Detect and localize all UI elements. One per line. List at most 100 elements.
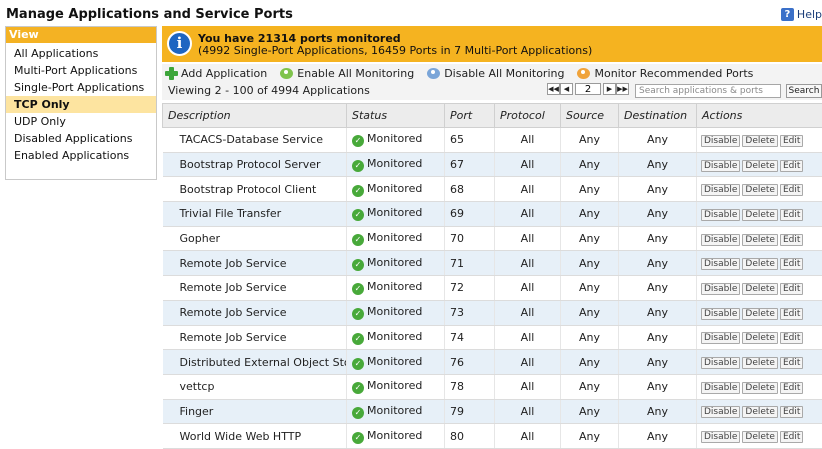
disable-all-monitoring-button[interactable]: Disable All Monitoring (427, 67, 564, 80)
edit-button[interactable]: Edit (779, 357, 804, 370)
status-label: Monitored (367, 157, 423, 171)
help-icon[interactable]: ? (780, 8, 794, 21)
disable-button[interactable]: Disable (701, 134, 741, 147)
disable-button[interactable]: Disable (701, 258, 741, 271)
edit-button[interactable]: Edit (779, 258, 804, 271)
column-header-protocol[interactable]: Protocol (494, 103, 561, 128)
delete-button[interactable]: Delete (742, 332, 778, 345)
edit-button[interactable]: Edit (779, 431, 804, 444)
column-header-status[interactable]: Status (346, 103, 445, 128)
cell-source: Any (560, 374, 619, 400)
cell-actions: Disable Delete Edit (696, 201, 822, 227)
cell-protocol: All (494, 275, 561, 301)
disable-button[interactable]: Disable (701, 431, 741, 444)
edit-button[interactable]: Edit (779, 332, 804, 345)
page-number-input[interactable] (575, 83, 601, 95)
delete-button[interactable]: Delete (742, 307, 778, 320)
disable-button[interactable]: Disable (701, 184, 741, 197)
column-header-port[interactable]: Port (444, 103, 495, 128)
disable-button[interactable]: Disable (701, 357, 741, 370)
delete-button[interactable]: Delete (742, 134, 778, 147)
disable-button[interactable]: Disable (701, 233, 741, 246)
cell-actions: Disable Delete Edit (696, 275, 822, 301)
add-application-button[interactable]: Add Application (165, 67, 267, 80)
cell-source: Any (560, 127, 619, 153)
first-page-button[interactable]: ◀◀ (547, 83, 560, 95)
cell-destination: Any (618, 399, 697, 425)
delete-button[interactable]: Delete (742, 233, 778, 246)
cell-status: ✓ Monitored (346, 201, 445, 227)
cell-destination: Any (618, 423, 697, 449)
page-header: Manage Applications and Service Ports ? … (0, 0, 822, 24)
monitor-recommended-ports-button[interactable]: Monitor Recommended Ports (577, 67, 753, 80)
delete-button[interactable]: Delete (742, 357, 778, 370)
delete-button[interactable]: Delete (742, 381, 778, 394)
disable-button[interactable]: Disable (701, 307, 741, 320)
edit-button[interactable]: Edit (779, 406, 804, 419)
check-circle-icon: ✓ (352, 308, 364, 321)
delete-button[interactable]: Delete (742, 282, 778, 295)
help-label[interactable]: Help (797, 8, 822, 21)
cell-destination: Any (618, 325, 697, 351)
column-header-actions: Actions (696, 103, 822, 128)
edit-button[interactable]: Edit (779, 381, 804, 394)
delete-button[interactable]: Delete (742, 184, 778, 197)
edit-button[interactable]: Edit (779, 307, 804, 320)
column-header-source[interactable]: Source (560, 103, 619, 128)
disable-button[interactable]: Disable (701, 406, 741, 419)
disable-button[interactable]: Disable (701, 159, 741, 172)
toolbar: Add Application Enable All Monitoring Di… (162, 64, 822, 100)
add-application-label: Add Application (181, 67, 268, 80)
cell-protocol: All (494, 176, 561, 203)
prev-page-button[interactable]: ◀ (560, 83, 573, 95)
status-label: Monitored (367, 255, 423, 269)
table-row: Gopher ✓ Monitored 70 All Any Any Disable Delete… (162, 226, 822, 252)
search-input[interactable] (635, 84, 781, 98)
edit-button[interactable]: Edit (779, 233, 804, 246)
sidebar-item-udp-only[interactable]: UDP Only (6, 113, 156, 130)
delete-button[interactable]: Delete (742, 406, 778, 419)
sidebar-item-single-port-applications[interactable]: Single-Port Applications (6, 79, 156, 96)
cell-actions: Disable Delete Edit (696, 250, 822, 277)
search-button[interactable]: Search (786, 84, 822, 98)
disable-button[interactable]: Disable (701, 282, 741, 295)
cell-description: TACACS-Database Service (162, 127, 347, 153)
cell-description: World Wide Web HTTP (162, 423, 347, 449)
sidebar-item-multi-port-applications[interactable]: Multi-Port Applications (6, 62, 156, 79)
check-circle-icon: ✓ (352, 234, 364, 247)
sidebar-item-all-applications[interactable]: All Applications (6, 45, 156, 62)
cell-actions: Disable Delete Edit (696, 399, 822, 425)
enable-monitor-icon (280, 68, 294, 79)
edit-button[interactable]: Edit (779, 134, 804, 147)
disable-button[interactable]: Disable (701, 208, 741, 221)
cell-actions: Disable Delete Edit (696, 176, 822, 203)
sidebar-item-tcp-only[interactable]: TCP Only (6, 96, 156, 113)
delete-button[interactable]: Delete (742, 208, 778, 221)
edit-button[interactable]: Edit (779, 208, 804, 221)
cell-source: Any (560, 275, 619, 301)
disable-button[interactable]: Disable (701, 381, 741, 394)
cell-description: Remote Job Service (162, 300, 347, 326)
last-page-button[interactable]: ▶▶ (616, 83, 629, 95)
delete-button[interactable]: Delete (742, 258, 778, 271)
help-link[interactable]: ? Help (780, 8, 822, 21)
edit-button[interactable]: Edit (779, 282, 804, 295)
delete-button[interactable]: Delete (742, 159, 778, 172)
column-header-destination[interactable]: Destination (618, 103, 697, 128)
table-row: Remote Job Service ✓ Monitored 71 All Any Any D… (162, 250, 822, 277)
view-sidebar: View All Applications Multi-Port Applicat… (5, 26, 157, 180)
table-row: World Wide Web HTTP ✓ Monitored 80 All Any Any… (162, 423, 822, 449)
delete-button[interactable]: Delete (742, 431, 778, 444)
enable-all-monitoring-button[interactable]: Enable All Monitoring (280, 67, 414, 80)
table-header-row: Description Status Port Protocol Source … (162, 103, 822, 128)
sidebar-item-enabled-applications[interactable]: Enabled Applications (6, 147, 156, 164)
disable-button[interactable]: Disable (701, 332, 741, 345)
monitor-recommended-label: Monitor Recommended Ports (594, 67, 754, 80)
cell-port: 78 (444, 374, 495, 400)
next-page-button[interactable]: ▶ (603, 83, 616, 95)
edit-button[interactable]: Edit (779, 159, 804, 172)
column-header-description[interactable]: Description (162, 103, 347, 128)
edit-button[interactable]: Edit (779, 184, 804, 197)
page-title: Manage Applications and Service Ports (6, 7, 293, 22)
sidebar-item-disabled-applications[interactable]: Disabled Applications (6, 130, 156, 147)
